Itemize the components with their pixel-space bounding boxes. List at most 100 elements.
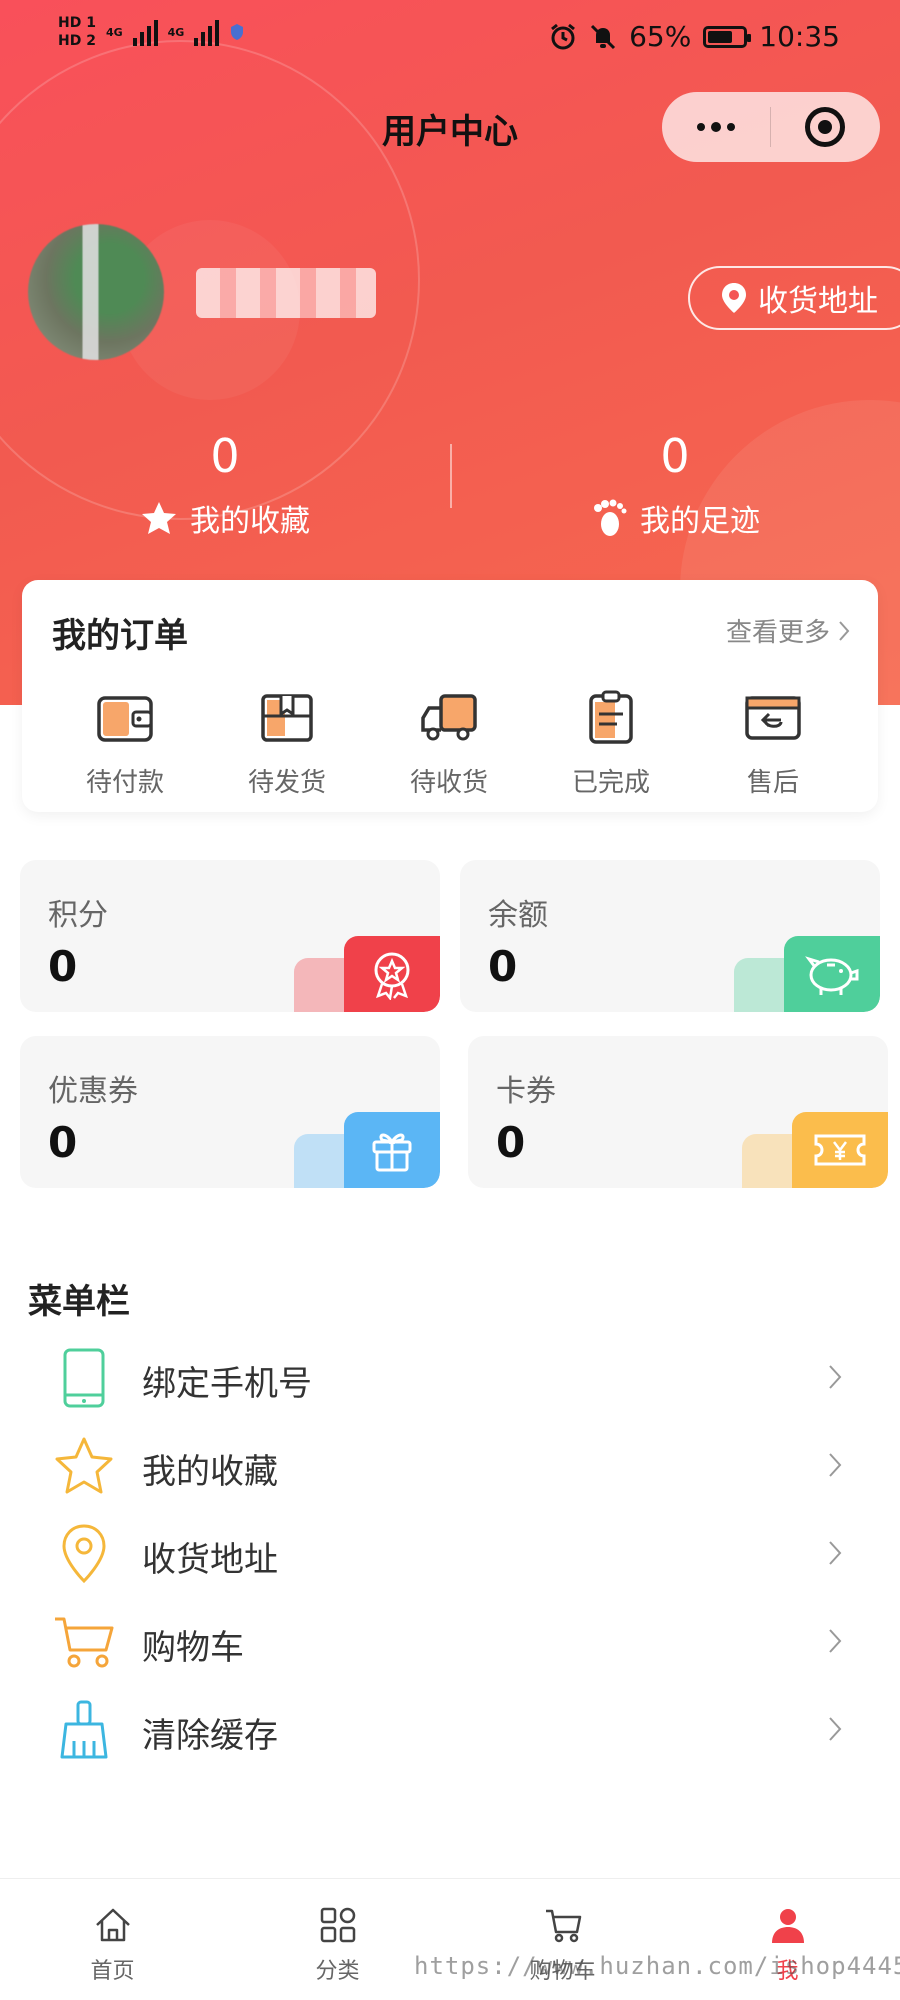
footprint-icon bbox=[594, 499, 627, 536]
user-icon bbox=[771, 1909, 804, 1943]
footprint-label: 我的足迹 bbox=[640, 504, 760, 539]
net1-indicator: 4G bbox=[106, 26, 123, 39]
net2-indicator: 4G bbox=[168, 26, 185, 39]
dot-icon bbox=[711, 122, 721, 132]
balance-label: 余额 bbox=[488, 898, 548, 933]
footprint-label-row: 我的足迹 bbox=[450, 496, 900, 540]
tab-category[interactable]: 分类 bbox=[225, 1879, 450, 2000]
sim1-label: HD 1 bbox=[58, 15, 96, 31]
view-more-orders-link[interactable]: 查看更多 bbox=[726, 612, 850, 649]
bottom-tab-bar: 首页 分类 购物车 我 bbox=[0, 1878, 900, 2000]
order-status-pending-shipment[interactable]: 待发货 bbox=[206, 690, 368, 799]
menu-item-label: 我的收藏 bbox=[142, 1452, 278, 1492]
signal-icon bbox=[132, 18, 158, 46]
order-status-pending-payment[interactable]: 待付款 bbox=[44, 690, 206, 799]
status-bar: HD 1 HD 2 4G 4G 65% 10:35 bbox=[0, 0, 900, 80]
system-indicators: 65% 10:35 bbox=[549, 20, 840, 53]
category-icon bbox=[320, 1907, 355, 1943]
menu-item-label: 绑定手机号 bbox=[142, 1364, 312, 1404]
vpn-shield-icon bbox=[231, 24, 244, 40]
balance-value: 0 bbox=[488, 942, 518, 991]
menu-item-cart[interactable]: 购物车 bbox=[0, 1600, 900, 1688]
chevron-right-icon bbox=[829, 1717, 842, 1741]
clock: 10:35 bbox=[759, 20, 840, 53]
chevron-right-icon bbox=[829, 1629, 842, 1653]
coupon-value: 0 bbox=[48, 1118, 78, 1167]
points-card[interactable]: 积分 0 bbox=[20, 860, 440, 1012]
tab-label: 分类 bbox=[315, 1959, 360, 1984]
package-icon bbox=[261, 694, 313, 742]
address-button[interactable]: 收货地址 bbox=[688, 266, 900, 330]
order-card: 我的订单 查看更多 待付款 待发货 待收货 已完成 售后 bbox=[22, 580, 878, 812]
tab-home[interactable]: 首页 bbox=[0, 1879, 225, 2000]
card-voucher-card[interactable]: 卡券 0 bbox=[468, 1036, 888, 1188]
watermark-text: https://www.huzhan.com/ishop44453 bbox=[414, 1952, 900, 1980]
balance-card[interactable]: 余额 0 bbox=[460, 860, 880, 1012]
menu-item-favorites[interactable]: 我的收藏 bbox=[0, 1424, 900, 1512]
order-status-after-sales[interactable]: 售后 bbox=[692, 690, 854, 799]
star-outline-icon bbox=[52, 1434, 116, 1498]
piggy-bank-icon bbox=[784, 936, 880, 1012]
battery-percent: 65% bbox=[629, 20, 692, 53]
alarm-icon bbox=[551, 23, 575, 49]
star-icon bbox=[142, 502, 176, 534]
order-status-label: 已完成 bbox=[571, 768, 650, 798]
address-button-label: 收货地址 bbox=[758, 284, 878, 319]
order-status-completed[interactable]: 已完成 bbox=[530, 690, 692, 799]
chevron-right-icon bbox=[829, 1541, 842, 1565]
username-blurred bbox=[196, 268, 376, 318]
menu-item-label: 收货地址 bbox=[142, 1540, 278, 1580]
net1-label: 4G bbox=[105, 25, 123, 39]
chevron-right-icon bbox=[829, 1453, 842, 1477]
battery-icon bbox=[703, 25, 752, 48]
signal-icon bbox=[194, 18, 220, 46]
points-label: 积分 bbox=[48, 898, 108, 933]
location-pin-icon bbox=[722, 283, 746, 313]
net2-label: 4G bbox=[167, 25, 185, 39]
close-miniprogram-button[interactable] bbox=[771, 92, 879, 162]
sim-labels: HD 1 HD 2 bbox=[58, 14, 96, 50]
sim2-label: HD 2 bbox=[58, 33, 96, 49]
tab-cart[interactable]: 购物车 bbox=[450, 1879, 675, 2000]
menu-item-clear-cache[interactable]: 清除缓存 bbox=[0, 1688, 900, 1776]
menu-item-bind-phone[interactable]: 绑定手机号 bbox=[0, 1336, 900, 1424]
favorites-label-row: 我的收藏 bbox=[0, 496, 450, 540]
tab-label: 首页 bbox=[90, 1959, 135, 1984]
target-icon bbox=[805, 107, 845, 147]
location-pin-icon bbox=[52, 1522, 116, 1586]
menu-item-address[interactable]: 收货地址 bbox=[0, 1512, 900, 1600]
card-voucher-value: 0 bbox=[496, 1118, 526, 1167]
order-status-pending-receipt[interactable]: 待收货 bbox=[368, 690, 530, 799]
favorites-stat[interactable]: 0 我的收藏 bbox=[0, 428, 450, 540]
cart-icon bbox=[52, 1610, 116, 1674]
favorites-count: 0 bbox=[210, 429, 240, 483]
network-indicators: HD 1 HD 2 4G 4G bbox=[58, 14, 245, 50]
more-button[interactable] bbox=[662, 92, 770, 162]
wallet-icon bbox=[97, 696, 153, 742]
order-status-list: 待付款 待发货 待收货 已完成 售后 bbox=[22, 690, 878, 799]
medal-icon bbox=[344, 936, 440, 1012]
coupon-card[interactable]: 优惠券 0 bbox=[20, 1036, 440, 1188]
favorites-label: 我的收藏 bbox=[190, 504, 310, 539]
menu-section-title: 菜单栏 bbox=[28, 1282, 130, 1322]
dot-icon bbox=[727, 123, 735, 131]
order-status-label: 售后 bbox=[746, 768, 799, 798]
cart-icon bbox=[545, 1909, 581, 1943]
return-card-icon bbox=[745, 696, 801, 740]
tab-me[interactable]: 我 bbox=[675, 1879, 900, 2000]
order-status-label: 待发货 bbox=[247, 768, 326, 798]
phone-icon bbox=[52, 1346, 116, 1410]
mute-bell-icon bbox=[591, 24, 616, 49]
menu-item-label: 购物车 bbox=[142, 1628, 244, 1668]
footprint-stat[interactable]: 0 我的足迹 bbox=[450, 428, 900, 540]
broom-icon bbox=[52, 1698, 116, 1762]
miniprogram-capsule bbox=[662, 92, 880, 162]
coupon-label: 优惠券 bbox=[48, 1074, 138, 1109]
menu-item-label: 清除缓存 bbox=[142, 1716, 278, 1756]
avatar[interactable] bbox=[28, 224, 164, 360]
gift-icon bbox=[344, 1112, 440, 1188]
points-value: 0 bbox=[48, 942, 78, 991]
chevron-right-icon bbox=[839, 620, 850, 641]
truck-icon bbox=[421, 694, 477, 741]
home-icon bbox=[95, 1908, 130, 1942]
